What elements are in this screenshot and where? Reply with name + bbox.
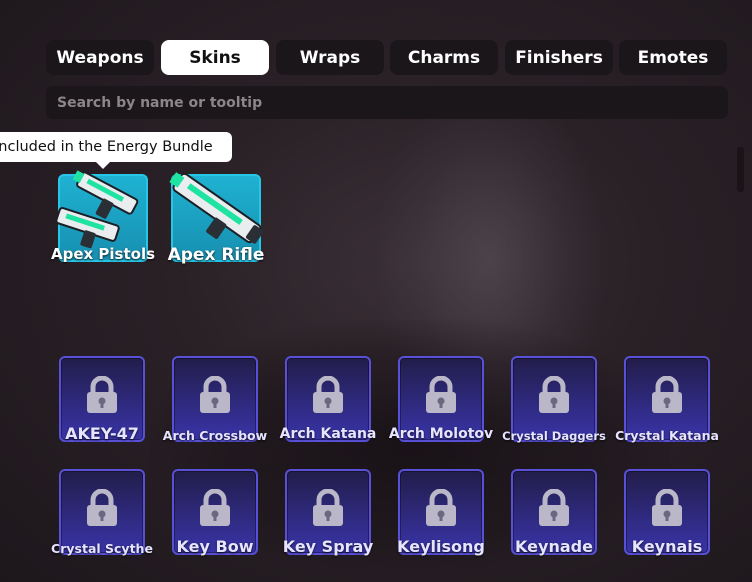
item-card-apex-pistols[interactable]: Apex Pistols	[51, 170, 155, 263]
item-card-locked[interactable]: Crystal Katana	[615, 356, 719, 443]
item-card-locked[interactable]: Keylisong	[397, 469, 485, 556]
dual-pistols-icon	[55, 170, 139, 249]
item-card-locked[interactable]: Arch Katana	[280, 356, 376, 442]
tab-emotes[interactable]: Emotes	[619, 40, 727, 75]
item-name: Crystal Daggers	[502, 429, 606, 443]
lock-icon	[200, 376, 230, 413]
tab-weapons[interactable]: Weapons	[46, 40, 154, 75]
item-name: AKEY-47	[65, 424, 139, 443]
item-card-apex-rifle[interactable]: Apex Rifle	[168, 172, 264, 265]
lock-icon	[539, 376, 569, 413]
lock-icon	[426, 376, 456, 413]
item-name: Crystal Katana	[615, 428, 719, 443]
scrollbar-thumb[interactable]	[737, 147, 744, 192]
item-card-locked[interactable]: AKEY-47	[59, 356, 145, 443]
item-name: Keynais	[631, 537, 703, 556]
item-name: Key Spray	[282, 537, 374, 556]
item-name: Crystal Scythe	[51, 541, 153, 556]
lock-icon	[313, 489, 343, 526]
rifle-icon	[169, 172, 264, 244]
item-card-locked[interactable]: Key Spray	[283, 469, 373, 556]
tooltip-text: Included in the Energy Bundle	[0, 139, 213, 155]
lock-icon	[652, 376, 682, 413]
lock-icon	[652, 489, 682, 526]
tab-charms[interactable]: Charms	[390, 40, 498, 75]
item-name: Apex Pistols	[50, 245, 156, 263]
tab-skins[interactable]: Skins	[161, 40, 269, 75]
lock-icon	[426, 489, 456, 526]
item-card-locked[interactable]: Arch Molotov	[389, 356, 493, 442]
item-name: Arch Crossbow	[162, 428, 268, 443]
item-card-locked[interactable]: Crystal Daggers	[502, 356, 606, 443]
item-card-locked[interactable]: Key Bow	[172, 469, 258, 556]
lock-icon	[313, 376, 343, 413]
lock-icon	[200, 489, 230, 526]
item-card-locked[interactable]: Keynade	[511, 469, 597, 556]
item-card-locked[interactable]: Arch Crossbow	[163, 356, 267, 443]
search-input[interactable]	[55, 93, 719, 112]
lock-icon	[87, 489, 117, 526]
tab-finishers[interactable]: Finishers	[505, 40, 613, 75]
tab-wraps[interactable]: Wraps	[276, 40, 384, 75]
item-card-locked[interactable]: Crystal Scythe	[51, 469, 153, 556]
search-bar	[46, 86, 728, 119]
item-name: Apex Rifle	[167, 245, 265, 265]
item-tooltip: Included in the Energy Bundle	[0, 132, 232, 162]
lock-icon	[87, 376, 117, 413]
lock-icon	[539, 489, 569, 526]
item-card-locked[interactable]: Keynais	[624, 469, 710, 556]
item-name: Arch Molotov	[388, 426, 494, 442]
item-name: Keynade	[515, 537, 593, 556]
item-name: Keylisong	[397, 537, 485, 556]
item-name: Arch Katana	[279, 426, 377, 442]
item-name: Key Bow	[176, 537, 254, 556]
